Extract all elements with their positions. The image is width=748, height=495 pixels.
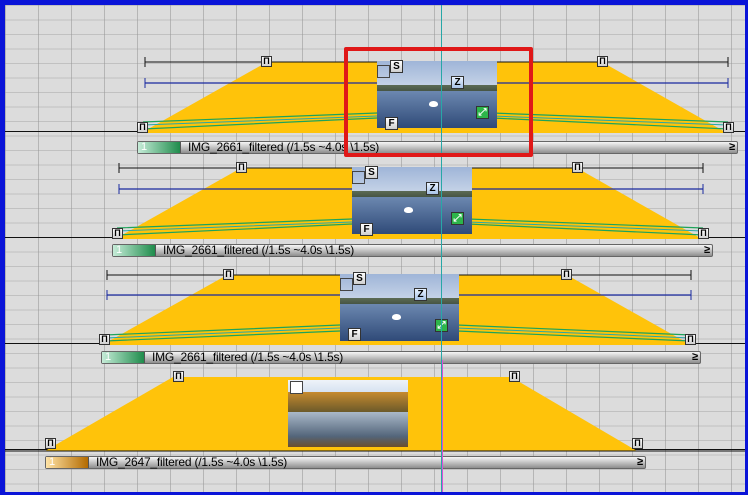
pin-icon[interactable]: Π (261, 56, 272, 67)
start-frame-icon[interactable] (340, 278, 353, 291)
zoom-handle[interactable]: Z (414, 288, 427, 301)
clip-2-label-bar[interactable]: 1 IMG_2661_filtered (/1.5s ~4.0s \1.5s) … (112, 244, 713, 257)
pin-icon[interactable]: Π (173, 371, 184, 382)
start-handle[interactable]: S (365, 166, 378, 179)
clip-3-number: 1 (105, 351, 112, 363)
clip-3-end-marker[interactable]: ≥ (692, 351, 698, 364)
clip-2-number: 1 (116, 244, 123, 256)
clip-2-end-marker[interactable]: ≥ (704, 244, 710, 257)
pin-icon[interactable]: Π (45, 438, 56, 449)
timeline-canvas[interactable]: Π Π S Z ⤢ F Π Π 1 IMG_2661_filtered (/1.… (5, 5, 745, 492)
pin-icon[interactable]: Π (632, 438, 643, 449)
clip-1-number: 1 (141, 141, 148, 153)
autumn-river-icon[interactable] (288, 380, 408, 447)
pin-icon[interactable]: Π (236, 162, 247, 173)
pin-icon[interactable]: Π (723, 122, 734, 133)
pin-icon[interactable]: Π (561, 269, 572, 280)
zoom-handle[interactable]: Z (426, 182, 439, 195)
clip-3-name: IMG_2661_filtered (/1.5s ~4.0s \1.5s) (152, 350, 344, 364)
clip-4-name: IMG_2647_filtered (/1.5s ~4.0s \1.5s) (96, 455, 288, 469)
clip-2-name: IMG_2661_filtered (/1.5s ~4.0s \1.5s) (163, 243, 355, 257)
resize-icon[interactable]: ⤢ (451, 212, 464, 225)
clip-3-label-bar[interactable]: 1 IMG_2661_filtered (/1.5s ~4.0s \1.5s) … (101, 351, 701, 364)
clip-4-end-marker[interactable]: ≥ (637, 456, 643, 469)
lane-separator (5, 343, 745, 344)
pin-icon[interactable]: Π (685, 334, 696, 345)
pin-icon[interactable]: Π (112, 228, 123, 239)
clip-1-end-marker[interactable]: ≥ (729, 141, 735, 154)
start-frame-icon[interactable] (290, 381, 303, 394)
clip-4-label-bar[interactable]: 1 IMG_2647_filtered (/1.5s ~4.0s \1.5s) … (45, 456, 646, 469)
clip-4-number: 1 (49, 456, 56, 468)
pin-icon[interactable]: Π (223, 269, 234, 280)
pin-icon[interactable]: Π (137, 122, 148, 133)
timeline-window: Π Π S Z ⤢ F Π Π 1 IMG_2661_filtered (/1.… (0, 0, 748, 495)
pin-icon[interactable]: Π (99, 334, 110, 345)
pin-icon[interactable]: Π (698, 228, 709, 239)
finish-handle[interactable]: F (360, 223, 373, 236)
start-frame-icon[interactable] (352, 171, 365, 184)
pin-icon[interactable]: Π (509, 371, 520, 382)
pin-icon[interactable]: Π (572, 162, 583, 173)
pin-icon[interactable]: Π (597, 56, 608, 67)
playhead-marker (442, 360, 443, 492)
start-handle[interactable]: S (353, 272, 366, 285)
finish-handle[interactable]: F (348, 328, 361, 341)
selection-highlight (344, 47, 533, 157)
lane-separator (5, 449, 745, 450)
